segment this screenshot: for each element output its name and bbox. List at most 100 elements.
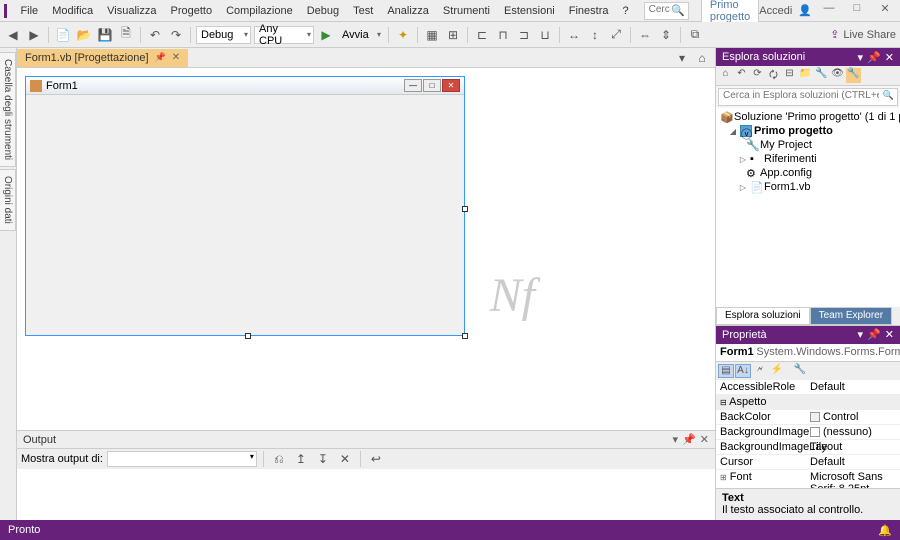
output-prev-icon[interactable]: ↥ — [292, 450, 310, 468]
open-icon[interactable]: 📂 — [75, 26, 93, 44]
tree-item[interactable]: Form1.vb — [764, 181, 810, 193]
menu-finestra[interactable]: Finestra — [562, 2, 616, 20]
proppage-icon[interactable]: 🔧 — [792, 364, 808, 378]
expand-icon[interactable]: ◢ — [728, 127, 738, 136]
align-left-icon[interactable]: ⊏ — [473, 26, 491, 44]
showall-icon[interactable]: 📁 — [798, 68, 813, 83]
props-object-combo[interactable]: Form1 System.Windows.Forms.Form ▾ — [716, 344, 900, 362]
size-both-icon[interactable]: ⤢ — [607, 26, 625, 44]
tree-item[interactable]: App.config — [760, 167, 812, 179]
menu-test[interactable]: Test — [346, 2, 380, 20]
tool-icon[interactable]: ✦ — [394, 26, 412, 44]
panel-close-icon[interactable]: ✕ — [885, 328, 894, 341]
menu-modifica[interactable]: Modifica — [45, 2, 100, 20]
tab-solexp[interactable]: Esplora soluzioni — [716, 307, 810, 325]
toolbox-tab[interactable]: Casella degli strumenti — [0, 52, 16, 167]
save-icon[interactable]: 💾 — [96, 26, 114, 44]
doc-tab-form1[interactable]: Form1.vb [Progettazione] 📌 ✕ — [17, 49, 188, 67]
panel-pin-icon[interactable]: 📌 — [867, 328, 881, 341]
tab-dropdown-icon[interactable]: ▾ — [673, 49, 691, 67]
size-v-icon[interactable]: ↕ — [586, 26, 604, 44]
menu-visualizza[interactable]: Visualizza — [100, 2, 163, 20]
property-row[interactable]: ⊞ FontMicrosoft Sans Serif; 8,25pt — [716, 470, 900, 489]
liveshare-label[interactable]: Live Share — [843, 29, 896, 41]
save-all-icon[interactable]: 🗎 — [117, 26, 135, 44]
close-tab-icon[interactable]: ✕ — [172, 52, 180, 63]
sync-icon[interactable]: ⟳ — [750, 68, 765, 83]
new-file-icon[interactable]: 📄 — [54, 26, 72, 44]
output-next-icon[interactable]: ↧ — [314, 450, 332, 468]
menu-?[interactable]: ? — [616, 2, 636, 20]
panel-dropdown-icon[interactable]: ▾ — [673, 433, 679, 446]
close-button[interactable]: ✕ — [874, 2, 896, 20]
output-wrap-icon[interactable]: ↩ — [367, 450, 385, 468]
maximize-button[interactable]: □ — [846, 2, 868, 20]
solexp-search-input[interactable] — [723, 90, 879, 101]
refresh-icon[interactable]: 🗘 — [766, 68, 781, 83]
events-icon[interactable]: ⚡ — [769, 364, 785, 378]
back-icon[interactable]: ↶ — [734, 68, 749, 83]
expand-icon[interactable]: ▷ — [738, 183, 748, 192]
hspace-icon[interactable]: ⇔ — [636, 26, 654, 44]
project-node[interactable]: Primo progetto — [754, 125, 833, 137]
expand-icon[interactable]: ▷ — [738, 155, 748, 164]
align-top-icon[interactable]: ⊔ — [536, 26, 554, 44]
menu-strumenti[interactable]: Strumenti — [436, 2, 497, 20]
panel-pin-icon[interactable]: 📌 — [682, 433, 696, 446]
solution-node[interactable]: Soluzione 'Primo progetto' (1 di 1 proge… — [734, 111, 900, 123]
property-row[interactable]: BackColorControl — [716, 410, 900, 425]
resize-handle[interactable] — [462, 333, 468, 339]
props-icon[interactable]: 🔧 — [814, 68, 829, 83]
form-preview[interactable]: Form1 — □ ✕ — [25, 76, 465, 336]
run-button[interactable]: Avvia — [338, 26, 383, 44]
datasources-tab[interactable]: Origini dati — [0, 169, 16, 231]
tab-teamexp[interactable]: Team Explorer — [810, 307, 892, 325]
snap-icon[interactable]: ⊞ — [444, 26, 462, 44]
output-source-combo[interactable] — [107, 451, 257, 467]
user-icon[interactable]: 👤 — [798, 4, 812, 17]
resize-handle[interactable] — [245, 333, 251, 339]
output-clear-icon[interactable]: ✕ — [336, 450, 354, 468]
solution-tree[interactable]: 📦Soluzione 'Primo progetto' (1 di 1 prog… — [716, 108, 900, 307]
menu-progetto[interactable]: Progetto — [163, 2, 219, 20]
align-center-icon[interactable]: ⊓ — [494, 26, 512, 44]
nav-back-icon[interactable]: ◀ — [4, 26, 22, 44]
size-h-icon[interactable]: ↔ — [565, 26, 583, 44]
panel-close-icon[interactable]: ✕ — [700, 433, 709, 446]
panel-pin-icon[interactable]: 📌 — [867, 51, 881, 64]
property-grid[interactable]: AccessibleRoleDefault⊟ AspettoBackColorC… — [716, 380, 900, 489]
platform-combo[interactable]: Any CPU — [254, 26, 314, 44]
quick-search[interactable]: 🔍 — [644, 2, 689, 20]
signin-link[interactable]: Accedi — [759, 5, 792, 17]
form-body[interactable] — [26, 95, 464, 335]
tree-item[interactable]: My Project — [760, 139, 812, 151]
output-content[interactable] — [17, 469, 715, 520]
collapse-icon[interactable]: ⊟ — [782, 68, 797, 83]
nav-fwd-icon[interactable]: ▶ — [25, 26, 43, 44]
order-icon[interactable]: ⧉ — [686, 26, 704, 44]
panel-close-icon[interactable]: ✕ — [885, 51, 894, 64]
tab-home-icon[interactable]: ⌂ — [693, 49, 711, 67]
play-icon[interactable]: ▶ — [317, 26, 335, 44]
property-row[interactable]: CursorDefault — [716, 455, 900, 470]
wrench-icon[interactable]: 🔧 — [846, 68, 861, 83]
config-combo[interactable]: Debug — [196, 26, 251, 44]
form-designer[interactable]: Form1 — □ ✕ Nf — [17, 68, 715, 430]
panel-dropdown-icon[interactable]: ▾ — [858, 51, 864, 64]
home-icon[interactable]: ⌂ — [718, 68, 733, 83]
redo-icon[interactable]: ↷ — [167, 26, 185, 44]
notification-icon[interactable]: 🔔 — [878, 524, 892, 537]
vspace-icon[interactable]: ⇕ — [657, 26, 675, 44]
liveshare-icon[interactable]: ⇪ — [830, 28, 839, 41]
menu-estensioni[interactable]: Estensioni — [497, 2, 562, 20]
solexp-search[interactable] — [718, 88, 898, 106]
grid-icon[interactable]: ▦ — [423, 26, 441, 44]
preview-icon[interactable]: 👁 — [830, 68, 845, 83]
panel-dropdown-icon[interactable]: ▾ — [858, 328, 864, 341]
menu-file[interactable]: File — [13, 2, 45, 20]
minimize-button[interactable]: — — [818, 2, 840, 20]
alpha-icon[interactable]: A↓ — [735, 364, 751, 378]
property-row[interactable]: ⊟ Aspetto — [716, 395, 900, 410]
property-row[interactable]: BackgroundImage(nessuno) — [716, 425, 900, 440]
categorized-icon[interactable]: ▤ — [718, 364, 734, 378]
